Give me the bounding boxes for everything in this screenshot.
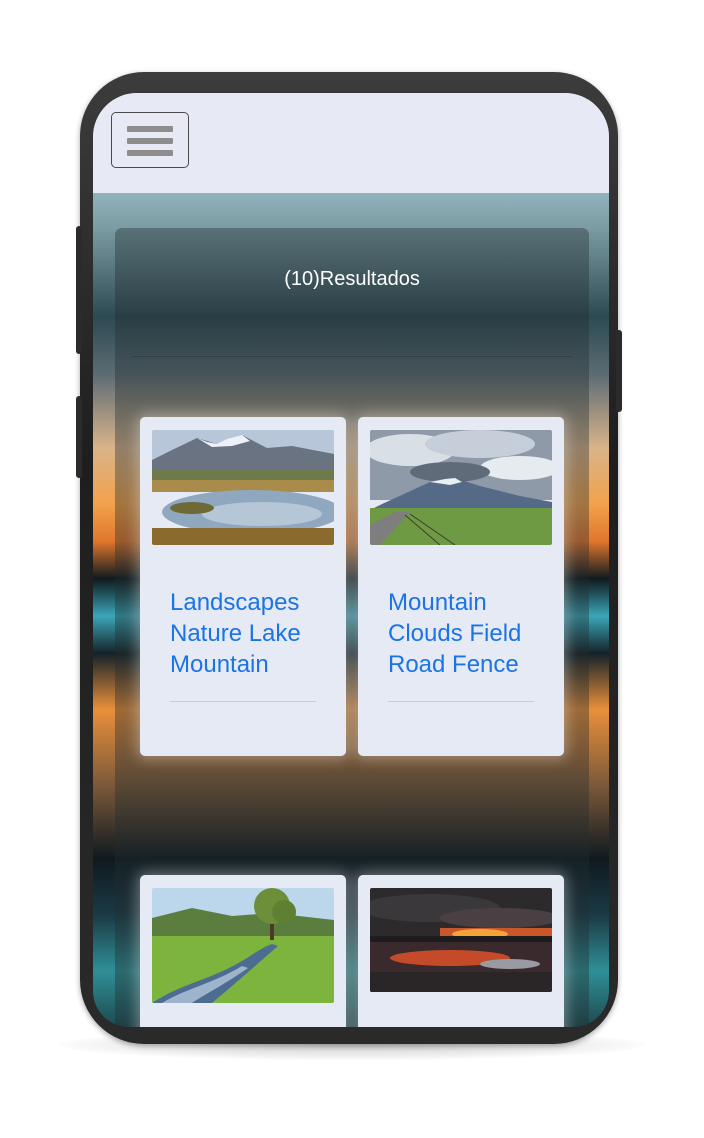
results-divider [133, 356, 571, 357]
phone-side-button-right [616, 330, 622, 412]
hamburger-menu-button[interactable] [111, 112, 189, 168]
result-card-3[interactable] [140, 875, 346, 1027]
phone-side-button-left-upper [76, 226, 82, 354]
result-card-1-divider [170, 701, 316, 702]
mountain-clouds-field-photo [370, 430, 552, 545]
result-card-4[interactable] [358, 875, 564, 1027]
result-card-2-divider [388, 701, 534, 702]
sunset-lake-photo [370, 888, 552, 992]
result-card-2-title[interactable]: Mountain Clouds Field Road Fence [388, 587, 548, 680]
result-card-2[interactable]: Mountain Clouds Field Road Fence [358, 417, 564, 756]
result-card-1-title[interactable]: Landscapes Nature Lake Mountain [170, 587, 330, 680]
phone-screen: (10)Resultados Landscapes Nature Lake Mo… [93, 93, 609, 1027]
lake-mountain-photo [152, 430, 334, 545]
top-navigation-bar [93, 93, 609, 193]
results-count-label: (10)Resultados [284, 268, 420, 290]
green-meadow-creek-photo [152, 888, 334, 1003]
result-card-1[interactable]: Landscapes Nature Lake Mountain [140, 417, 346, 756]
phone-side-button-left-lower [76, 396, 82, 478]
